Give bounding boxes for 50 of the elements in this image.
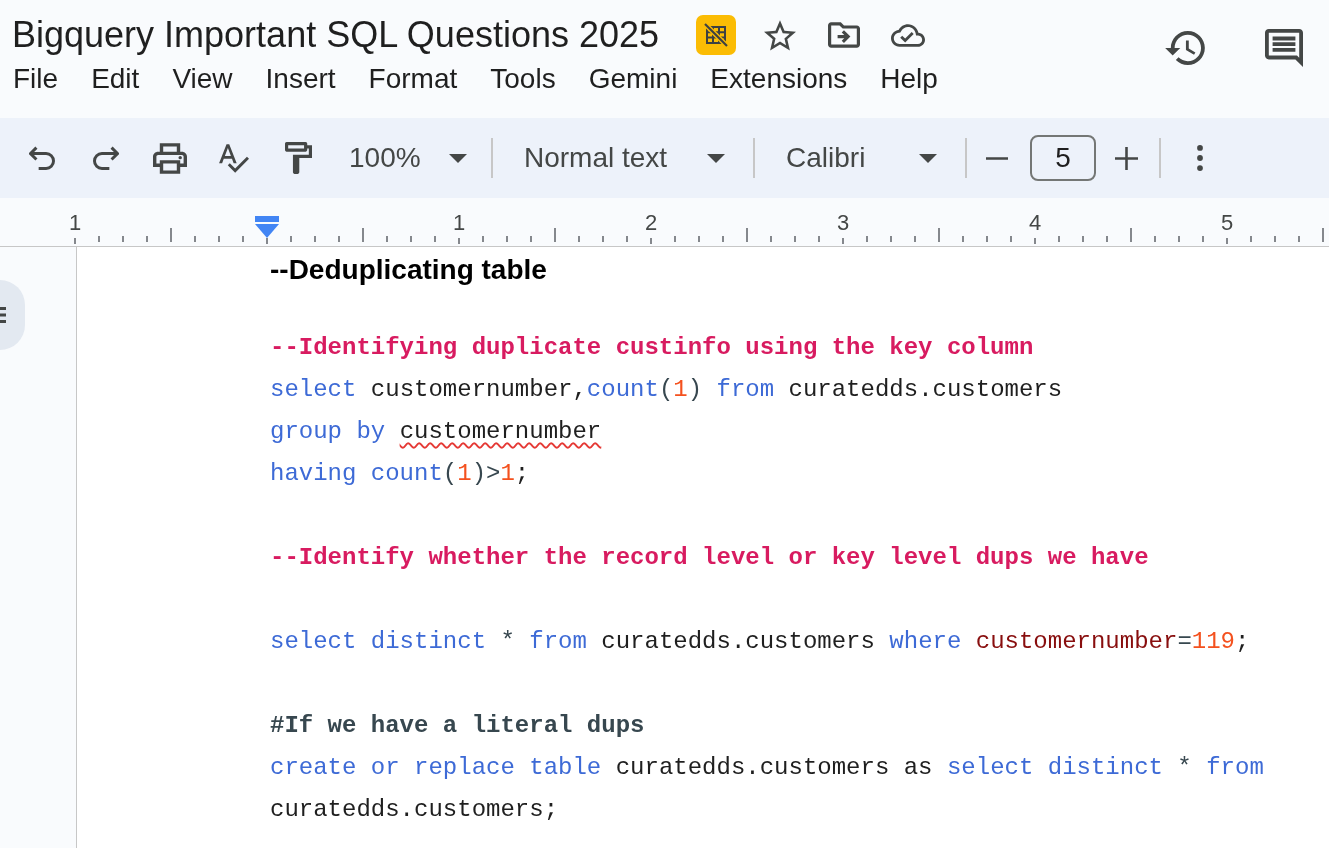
minus-icon xyxy=(986,156,1008,160)
caret-icon xyxy=(707,153,725,163)
ruler-number: 4 xyxy=(1028,211,1042,235)
ruler-number: 2 xyxy=(644,211,658,235)
ruler-number: 1 xyxy=(68,211,82,235)
cloud-check-icon xyxy=(891,23,926,47)
code-line: select distinct * from curatedds.customers where customernumber=119; xyxy=(270,627,1251,657)
spellcheck-icon xyxy=(219,143,249,173)
ruler-number: 3 xyxy=(836,211,850,235)
crossed-grid-icon xyxy=(696,15,737,55)
code-line: --Identifying duplicate custinfo using the key column xyxy=(270,333,1035,363)
zoom-dropdown[interactable]: 100% xyxy=(334,130,480,186)
redo-icon xyxy=(93,146,119,170)
undo-icon xyxy=(29,146,55,170)
menu-item[interactable]: View xyxy=(166,62,239,96)
outline-button[interactable] xyxy=(0,280,25,350)
ruler-number: 1 xyxy=(452,211,466,235)
menu-item[interactable]: File xyxy=(7,62,65,96)
ruler-number: 5 xyxy=(1220,211,1234,235)
offline-status-button[interactable] xyxy=(696,15,737,55)
font-dropdown[interactable]: Calibri xyxy=(768,130,954,186)
code-line: having count(1)>1; xyxy=(270,459,531,489)
code-line: create or replace table curatedds.customers as select distinct * from curatedds.customers; xyxy=(270,753,1265,825)
code-line: #If we have a literal dups xyxy=(270,711,646,741)
list-lines-icon xyxy=(0,307,6,323)
folder-arrow-icon xyxy=(828,22,861,48)
code-line: select customernumber,count(1) from curatedds.customers xyxy=(270,375,1064,405)
code-line: --Identify whether the record level or key level dups we have xyxy=(270,543,1150,573)
menu-item[interactable]: Gemini xyxy=(582,62,684,96)
document-heading: --Deduplicating table xyxy=(270,255,548,285)
more-vertical-icon xyxy=(1197,145,1203,171)
comment-icon xyxy=(1265,29,1303,67)
document-title[interactable]: Bigquery Important SQL Questions 2025 xyxy=(12,13,660,57)
caret-icon xyxy=(919,153,937,163)
menu-item[interactable]: Extensions xyxy=(704,62,854,96)
caret-icon xyxy=(449,153,467,163)
menu-item[interactable]: Insert xyxy=(259,62,342,96)
paint-roller-icon xyxy=(284,142,312,174)
menu-item[interactable]: Help xyxy=(874,62,944,96)
plus-icon xyxy=(1114,146,1138,170)
star-icon xyxy=(764,19,797,51)
code-line: group by customernumber xyxy=(270,417,603,447)
paragraph-style-dropdown[interactable]: Normal text xyxy=(504,130,740,186)
indent-marker-icon[interactable] xyxy=(255,216,279,238)
menu-item[interactable]: Tools xyxy=(484,62,562,96)
printer-icon xyxy=(153,142,187,174)
menu-item[interactable]: Format xyxy=(362,62,464,96)
font-size-field[interactable]: 5 xyxy=(1030,135,1096,181)
history-icon xyxy=(1165,31,1205,65)
menu-item[interactable]: Edit xyxy=(85,62,146,96)
